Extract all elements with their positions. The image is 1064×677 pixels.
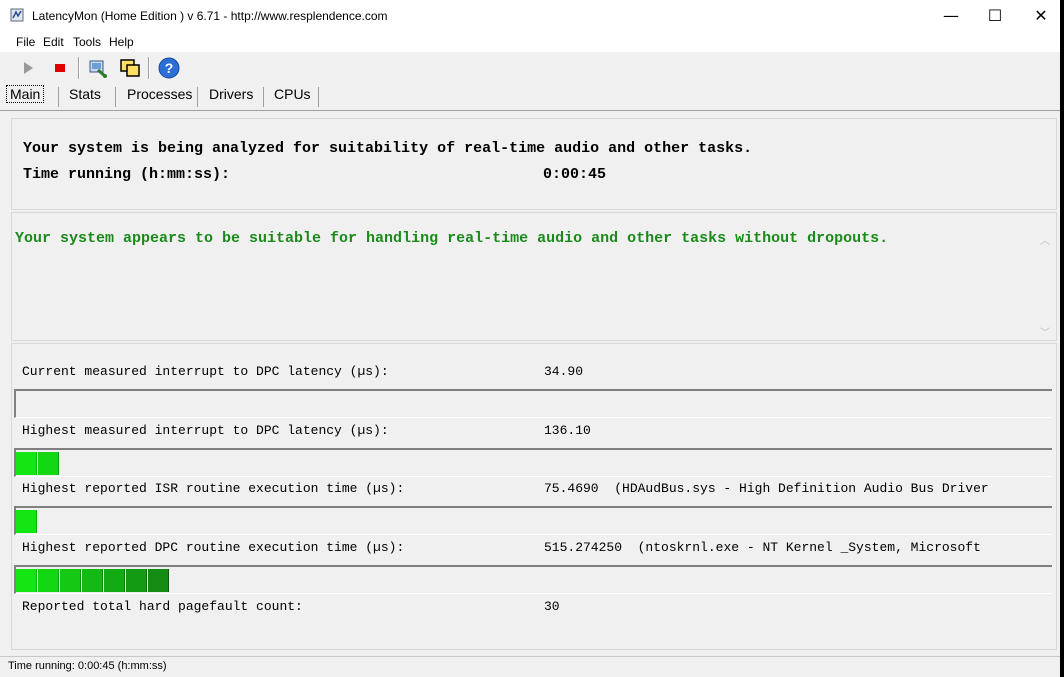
scroll-down-arrow[interactable]: ﹀ <box>1040 324 1050 339</box>
bar-segment <box>16 569 37 592</box>
menu-tools[interactable]: Tools <box>73 35 101 49</box>
window-title: LatencyMon (Home Edition ) v 6.71 - http… <box>32 9 388 23</box>
bar-segment <box>38 452 59 475</box>
analysis-message: Your system is being analyzed for suitab… <box>23 140 753 157</box>
menu-bar: File Edit Tools Help <box>0 32 1060 52</box>
latencymon-window: LatencyMon (Home Edition ) v 6.71 - http… <box>0 0 1060 677</box>
current-latency-label: Current measured interrupt to DPC latenc… <box>22 364 389 379</box>
current-latency-value: 34.90 <box>544 364 584 379</box>
isr-time-bar <box>14 506 1052 535</box>
tab-bar: Main Stats Processes Drivers CPUs <box>0 83 1060 107</box>
highest-latency-value: 136.10 <box>544 423 591 438</box>
pagefault-value: 30 <box>544 599 560 614</box>
play-icon[interactable] <box>16 56 40 80</box>
highest-latency-label: Highest measured interrupt to DPC latenc… <box>22 423 389 438</box>
time-running-label: Time running (h:mm:ss): <box>23 166 231 183</box>
dpc-time-bar <box>14 565 1052 594</box>
maximize-button[interactable]: ☐ <box>972 0 1018 32</box>
toolbar: ? <box>0 53 1060 83</box>
latencymon-app-icon <box>10 8 24 22</box>
minimize-button[interactable]: — <box>928 0 974 32</box>
bar-segment <box>16 452 37 475</box>
bar-segment <box>60 569 81 592</box>
bar-segment <box>16 510 37 533</box>
tab-stats[interactable]: Stats <box>69 86 101 102</box>
tab-divider <box>197 87 198 107</box>
bar-segment <box>38 569 59 592</box>
dpc-time-label: Highest reported DPC routine execution t… <box>22 540 405 555</box>
bar-segment <box>148 569 169 592</box>
tab-divider <box>263 87 264 107</box>
cpu-settings-icon[interactable] <box>86 56 110 80</box>
status-bar: Time running: 0:00:45 (h:mm:ss) <box>0 656 1060 677</box>
bar-segment <box>126 569 147 592</box>
svg-text:?: ? <box>165 60 174 76</box>
window-icon[interactable] <box>118 56 142 80</box>
tab-drivers[interactable]: Drivers <box>209 86 253 102</box>
tab-processes[interactable]: Processes <box>127 86 192 102</box>
tab-divider <box>318 87 319 107</box>
summary-panel <box>11 118 1057 210</box>
help-icon[interactable]: ? <box>157 56 181 80</box>
pagefault-label: Reported total hard pagefault count: <box>22 599 303 614</box>
title-bar[interactable]: LatencyMon (Home Edition ) v 6.71 - http… <box>0 0 1060 32</box>
bar-segment <box>104 569 125 592</box>
menu-help[interactable]: Help <box>109 35 134 49</box>
isr-time-number: 75.4690 <box>544 481 599 496</box>
desktop-background <box>1060 0 1064 677</box>
menu-file[interactable]: File <box>16 35 35 49</box>
highest-latency-bar <box>14 448 1052 477</box>
tab-divider <box>58 87 59 107</box>
time-running-value: 0:00:45 <box>543 166 607 183</box>
dpc-time-number: 515.274250 <box>544 540 623 555</box>
tab-cpus[interactable]: CPUs <box>274 86 311 102</box>
status-text: Time running: 0:00:45 (h:mm:ss) <box>8 660 167 672</box>
bar-segment <box>82 569 103 592</box>
dpc-time-value: 515.274250 (ntoskrnl.exe - NT Kernel _Sy… <box>544 540 981 555</box>
dpc-driver-detail: (ntoskrnl.exe - NT Kernel _System, Micro… <box>637 540 981 555</box>
verdict-text: Your system appears to be suitable for h… <box>15 230 889 247</box>
isr-time-value: 75.4690 (HDAudBus.sys - High Definition … <box>544 481 989 496</box>
tab-main[interactable]: Main <box>6 85 45 103</box>
toolbar-separator <box>148 57 150 79</box>
isr-time-label: Highest reported ISR routine execution t… <box>22 481 405 496</box>
stop-icon[interactable] <box>48 56 72 80</box>
isr-driver-detail: (HDAudBus.sys - High Definition Audio Bu… <box>614 481 989 496</box>
toolbar-separator <box>78 57 80 79</box>
menu-edit[interactable]: Edit <box>43 35 64 49</box>
current-latency-bar <box>14 389 1052 418</box>
scroll-up-arrow[interactable]: ︿ <box>1040 232 1050 247</box>
close-button[interactable]: ✕ <box>1018 0 1060 32</box>
tab-divider <box>115 87 116 107</box>
